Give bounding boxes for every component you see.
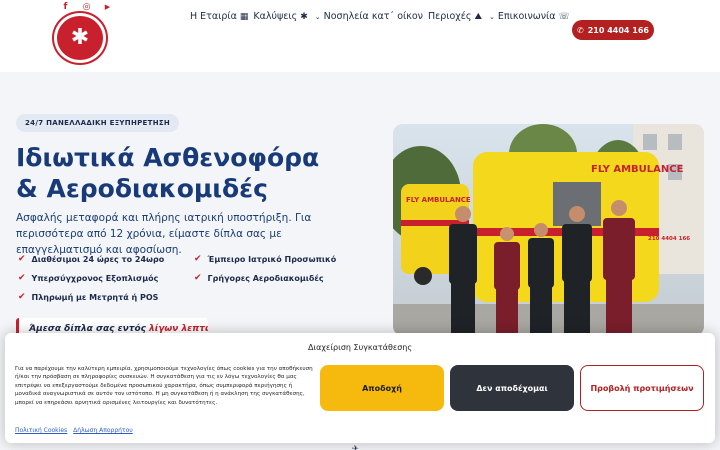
phone-call-button[interactable]: ✆ 210 4404 166: [572, 20, 654, 40]
privacy-statement-link[interactable]: Δήλωση Απορρήτου: [73, 427, 133, 434]
site-header: f ◎ ▶ ✱ Η Εταιρία ▦ Καλύψεις ✱ ⌄ Νοσηλεί…: [0, 0, 720, 72]
plane-icon: ✈: [352, 444, 359, 450]
headset-icon: ☏: [558, 11, 570, 22]
page-title: Ιδιωτικά Ασθενοφόρα & Αεροδιακομιδές: [16, 142, 386, 204]
instagram-icon[interactable]: ◎: [81, 1, 92, 12]
logo[interactable]: ✱: [54, 13, 106, 63]
cookie-links: Πολιτική Cookies Δήλωση Απορρήτου: [15, 427, 133, 434]
section-icon: ▂: [160, 444, 167, 450]
feature-item: ✔ Διαθέσιμοι 24 ώρες το 24ωρο: [18, 254, 194, 264]
nav-item-label: Η Εταιρία: [190, 11, 237, 22]
check-icon: ✔: [194, 254, 202, 264]
nav-item-label: Επικοινωνία: [497, 11, 556, 22]
nav-item-areas[interactable]: Περιοχές ⛰: [428, 11, 482, 22]
feature-label: Υπερσύγχρονος Εξοπλισμός: [31, 273, 159, 283]
phone-number: 210 4404 166: [587, 25, 649, 35]
cookie-title: Διαχείριση Συγκατάθεσης: [307, 343, 413, 352]
cookie-policy-link[interactable]: Πολιτική Cookies: [15, 427, 67, 434]
title-line-2: & Αεροδιακομιδές: [16, 174, 268, 203]
deny-cookies-button[interactable]: Δεν αποδέχομαι: [450, 365, 574, 411]
feature-label: Πληρωμή με Μετρητά ή POS: [31, 292, 159, 302]
chevron-down-icon: ⌄: [489, 12, 495, 21]
facebook-icon[interactable]: f: [60, 1, 71, 12]
team-ambulance-photo: FLY AMBULANCE FLY AMBULANCE 210 4404 166: [393, 124, 704, 336]
youtube-icon[interactable]: ▶: [102, 1, 113, 12]
check-icon: ✔: [18, 273, 26, 283]
map-pin-icon: ⛰: [474, 11, 483, 22]
small-van-label: FLY AMBULANCE: [406, 196, 471, 204]
social-links: f ◎ ▶: [60, 1, 113, 12]
service-badge: 24/7 ΠΑΝΕΛΛΑΔΙΚΗ ΕΞΥΠΗΡΕΤΗΣΗ: [16, 114, 180, 132]
building-icon: ▦: [239, 11, 249, 22]
title-line-1: Ιδιωτικά Ασθενοφόρα: [16, 143, 320, 172]
photo-illustration: FLY AMBULANCE FLY AMBULANCE 210 4404 166: [393, 124, 704, 336]
cookie-consent-banner: Διαχείριση Συγκατάθεσης Για να παρέχουμε…: [5, 333, 715, 443]
nav-item-company[interactable]: Η Εταιρία ▦: [190, 11, 248, 22]
check-icon: ✔: [18, 254, 26, 264]
nav-item-contact[interactable]: ⌄ Επικοινωνία ☏: [487, 11, 570, 22]
star-of-life-icon: ✱: [70, 25, 90, 50]
nav-item-label: Καλύψεις: [253, 11, 298, 22]
feature-label: Έμπειρο Ιατρικό Προσωπικό: [207, 254, 337, 264]
star-of-life-icon: ✱: [300, 11, 308, 22]
section-icon: ▂: [548, 444, 555, 450]
van-phone: 210 4404 166: [648, 236, 690, 242]
view-preferences-button[interactable]: Προβολή προτιμήσεων: [580, 365, 704, 411]
nav-item-label: Περιοχές: [427, 11, 472, 22]
feature-item: ✔ Γρήγορες Αεροδιακομιδές: [194, 273, 344, 283]
feature-list: ✔ Διαθέσιμοι 24 ώρες το 24ωρο ✔ Έμπειρο …: [18, 254, 348, 302]
feature-item: ✔ Υπερσύγχρονος Εξοπλισμός: [18, 273, 194, 283]
check-icon: ✔: [18, 292, 26, 302]
check-icon: ✔: [194, 273, 202, 283]
feature-item: ✔ Πληρωμή με Μετρητά ή POS: [18, 292, 194, 302]
hero-lead-text: Ασφαλής μεταφορά και πλήρης ιατρική υποσ…: [16, 212, 312, 256]
feature-label: Διαθέσιμοι 24 ώρες το 24ωρο: [31, 254, 165, 264]
chevron-down-icon: ⌄: [314, 12, 321, 21]
phone-icon: ✆: [577, 25, 584, 35]
nav-item-label: Νοσηλεία κατ΄ οίκον: [323, 11, 423, 22]
main-nav: Η Εταιρία ▦ Καλύψεις ✱ ⌄ Νοσηλεία κατ΄ ο…: [190, 11, 575, 22]
feature-item: ✔ Έμπειρο Ιατρικό Προσωπικό: [194, 254, 344, 264]
feature-label: Γρήγορες Αεροδιακομιδές: [207, 273, 324, 283]
nav-item-coverage[interactable]: Καλύψεις ✱: [253, 11, 307, 22]
cookie-description: Για να παρέχουμε την καλύτερη εμπειρία, …: [15, 366, 313, 406]
nav-item-home-care[interactable]: ⌄ Νοσηλεία κατ΄ οίκον: [313, 11, 423, 22]
van-label: FLY AMBULANCE: [591, 164, 684, 175]
accept-cookies-button[interactable]: Αποδοχή: [320, 365, 444, 411]
